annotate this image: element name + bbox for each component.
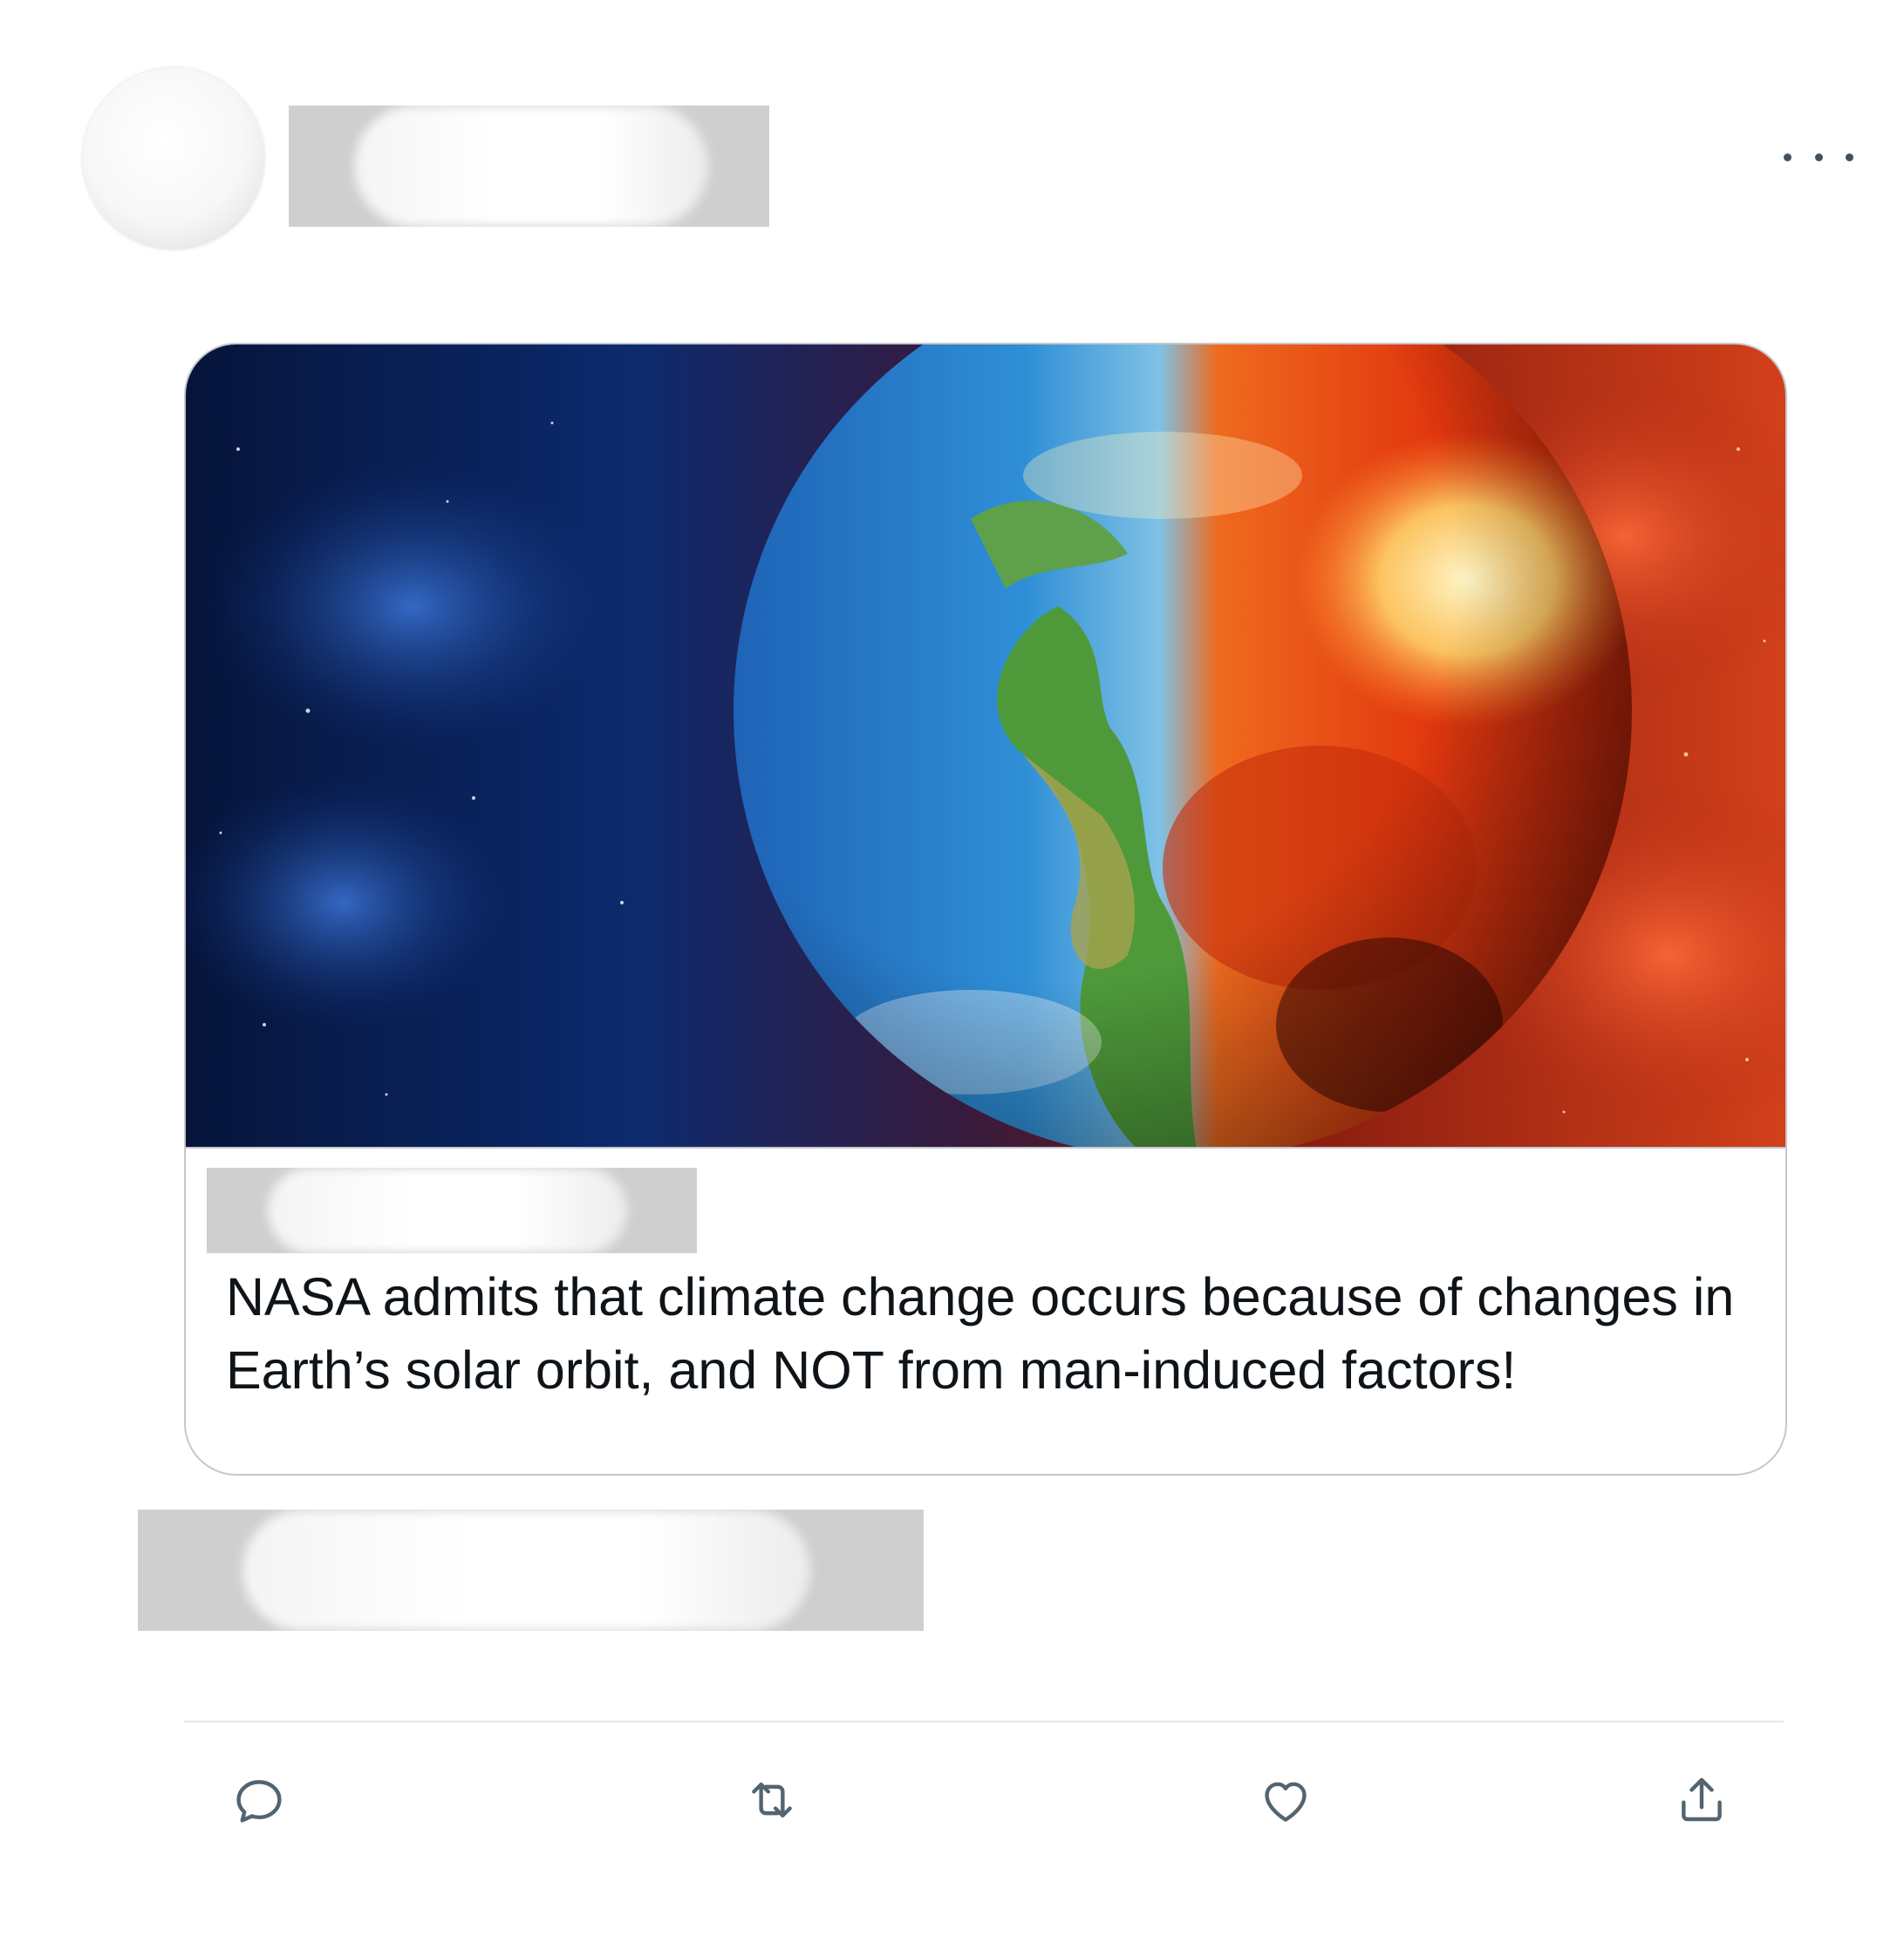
- more-dot: [1846, 153, 1853, 161]
- earth-half-burning-image: [186, 344, 1785, 1147]
- more-dot: [1814, 153, 1823, 161]
- like-button[interactable]: [1257, 1771, 1314, 1829]
- divider: [184, 1721, 1784, 1722]
- card-title: NASA admits that climate change occurs b…: [226, 1267, 1735, 1400]
- share-button[interactable]: [1673, 1771, 1730, 1829]
- link-preview-card[interactable]: NASA admits that climate change occurs b…: [184, 343, 1787, 1476]
- retweet-button[interactable]: [743, 1771, 801, 1829]
- share-icon: [1682, 1777, 1722, 1822]
- reply-button[interactable]: [230, 1771, 288, 1829]
- card-image: [186, 344, 1785, 1149]
- card-domain-redacted: [207, 1168, 697, 1253]
- avatar[interactable]: [83, 68, 264, 249]
- like-icon: [1265, 1782, 1307, 1822]
- retweet-icon: [752, 1782, 792, 1818]
- reply-icon: [236, 1780, 282, 1823]
- tweet-meta-redacted: [138, 1510, 924, 1631]
- more-options-button[interactable]: [1784, 140, 1853, 174]
- more-horizontal-icon: [1784, 153, 1791, 161]
- author-name-redacted: [289, 106, 769, 227]
